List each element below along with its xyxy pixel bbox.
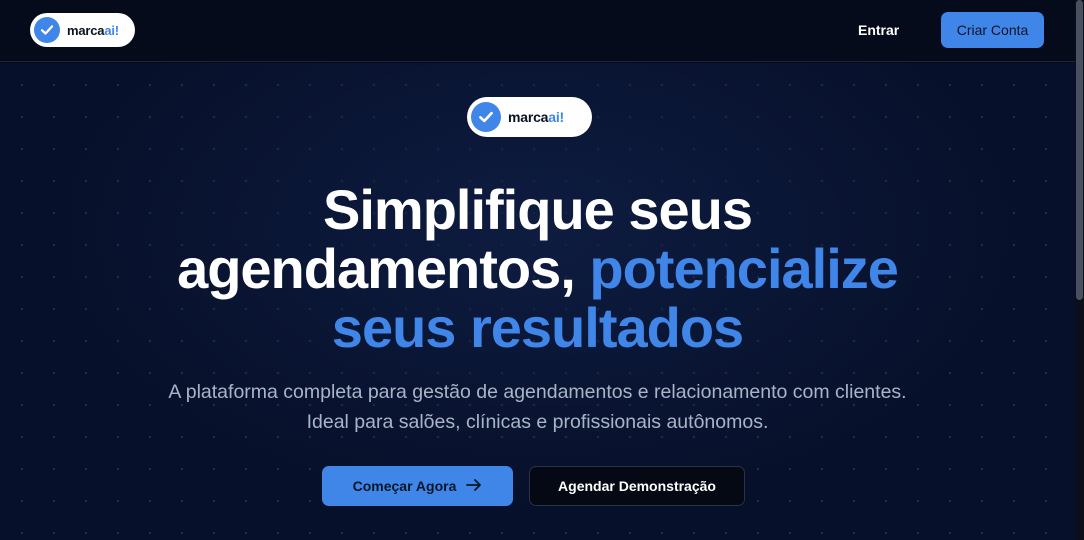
login-button[interactable]: Entrar [858, 19, 899, 41]
schedule-demo-button[interactable]: Agendar Demonstração [529, 466, 745, 506]
subtitle-line-2: Ideal para salões, clínicas e profission… [306, 411, 769, 433]
logo-wordmark: marcaai! [508, 109, 564, 125]
headline-line-2-accent: potencialize [589, 237, 899, 300]
hero-logo: marcaai! [467, 97, 592, 137]
page: marcaai! Entrar Criar Conta marcaai! Sim… [0, 0, 1084, 540]
hero-headline: Simplifique seus agendamentos, potencial… [0, 180, 1075, 357]
start-now-label: Começar Agora [352, 478, 457, 494]
headline-line-3-accent: seus resultados [331, 296, 744, 359]
subtitle-line-1: A plataforma completa para gestão de age… [168, 381, 907, 403]
logo-text-accent: ai! [104, 22, 119, 38]
logo-wordmark: marcaai! [67, 23, 119, 38]
top-navbar: marcaai! Entrar Criar Conta [0, 0, 1075, 62]
logo-text-main: marca [508, 109, 549, 125]
check-icon [471, 102, 501, 132]
signup-button[interactable]: Criar Conta [941, 12, 1044, 48]
hero-subtitle: A plataforma completa para gestão de age… [0, 377, 1075, 437]
start-now-button[interactable]: Começar Agora [322, 466, 513, 506]
logo-text-accent: ai! [548, 109, 565, 125]
check-icon [34, 17, 60, 43]
headline-line-1: Simplifique seus [323, 178, 753, 241]
headline-line-2-white: agendamentos, [177, 237, 576, 300]
header-logo[interactable]: marcaai! [30, 13, 135, 47]
logo-text-main: marca [67, 22, 105, 38]
scrollbar-thumb[interactable] [1076, 0, 1083, 300]
arrow-right-icon [466, 478, 482, 495]
